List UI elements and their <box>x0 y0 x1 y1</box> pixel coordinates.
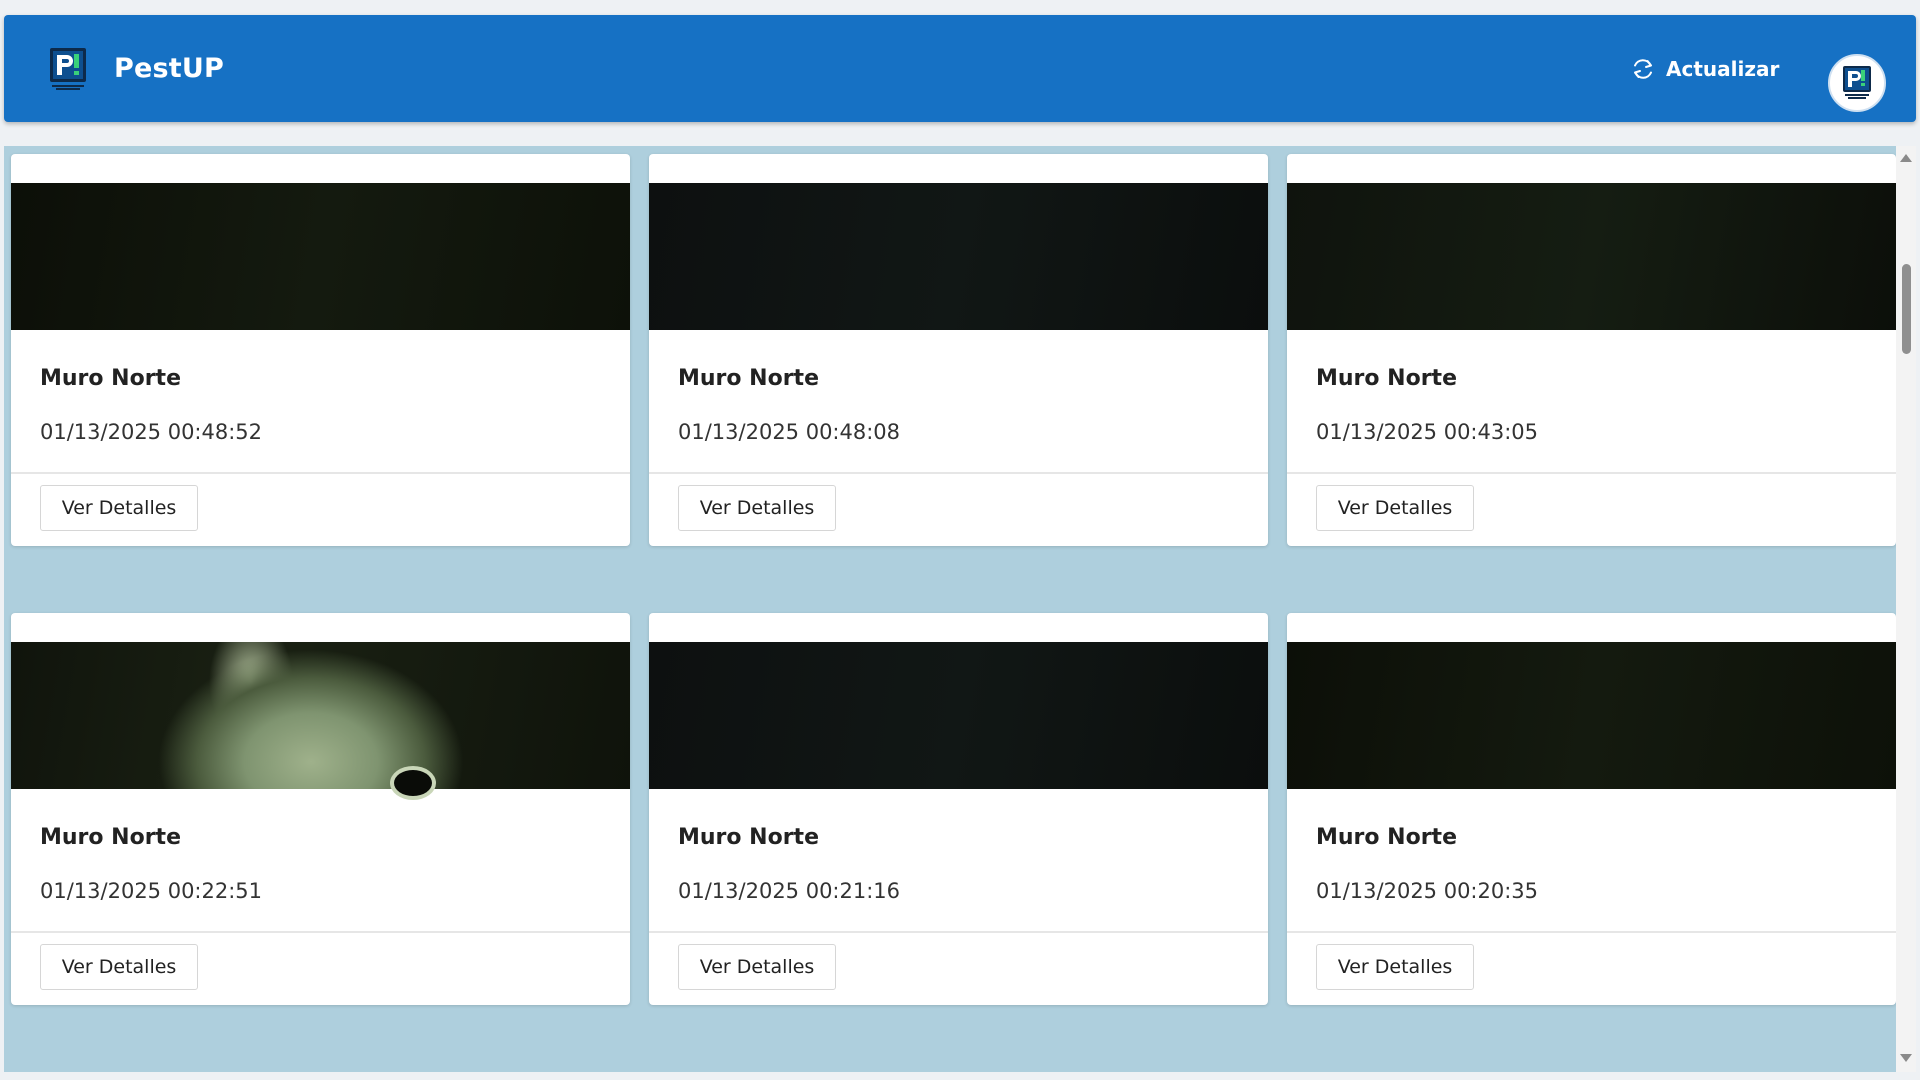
detection-card: Muro Norte 01/13/2025 00:48:52 Ver Detal… <box>11 154 630 546</box>
card-divider <box>649 931 1268 933</box>
avatar[interactable] <box>1828 54 1886 112</box>
refresh-icon <box>1634 59 1652 79</box>
view-details-button[interactable]: Ver Detalles <box>40 485 198 531</box>
view-details-button[interactable]: Ver Detalles <box>678 485 836 531</box>
app-header: PestUP Actualizar <box>4 15 1916 122</box>
card-divider <box>1287 472 1896 474</box>
detection-card: Muro Norte 01/13/2025 00:43:05 Ver Detal… <box>1287 154 1896 546</box>
app-title: PestUP <box>114 53 224 84</box>
detection-image[interactable] <box>1287 642 1896 789</box>
card-divider <box>11 931 630 933</box>
detection-image[interactable] <box>1287 183 1896 330</box>
card-title: Muro Norte <box>678 366 819 391</box>
detections-grid: Muro Norte 01/13/2025 00:48:52 Ver Detal… <box>4 146 1896 1072</box>
scroll-thumb[interactable] <box>1902 264 1911 354</box>
view-details-button[interactable]: Ver Detalles <box>678 944 836 990</box>
card-timestamp: 01/13/2025 00:48:52 <box>40 420 263 444</box>
detection-image[interactable] <box>11 642 630 796</box>
refresh-button[interactable]: Actualizar <box>1626 53 1783 85</box>
view-details-button[interactable]: Ver Detalles <box>1316 485 1474 531</box>
pestup-avatar-icon <box>1843 66 1871 99</box>
scroll-up-arrow-icon[interactable] <box>1900 154 1912 162</box>
detection-image[interactable] <box>649 642 1268 789</box>
card-divider <box>649 472 1268 474</box>
card-title: Muro Norte <box>678 825 819 850</box>
card-timestamp: 01/13/2025 00:43:05 <box>1316 420 1539 444</box>
view-details-button[interactable]: Ver Detalles <box>40 944 198 990</box>
scroll-down-arrow-icon[interactable] <box>1900 1054 1912 1062</box>
card-title: Muro Norte <box>40 825 181 850</box>
card-divider <box>11 472 630 474</box>
app-window: PestUP Actualizar Muro Norte 01/13/2025 … <box>0 0 1920 1080</box>
vertical-scrollbar[interactable] <box>1896 146 1916 1072</box>
pestup-logo-icon <box>50 48 86 90</box>
animal-eye <box>394 770 432 796</box>
card-divider <box>1287 931 1896 933</box>
detection-image[interactable] <box>649 183 1268 330</box>
card-timestamp: 01/13/2025 00:21:16 <box>678 879 901 903</box>
card-title: Muro Norte <box>40 366 181 391</box>
card-timestamp: 01/13/2025 00:20:35 <box>1316 879 1539 903</box>
detection-image[interactable] <box>11 183 630 330</box>
card-title: Muro Norte <box>1316 366 1457 391</box>
detection-card: Muro Norte 01/13/2025 00:22:51 Ver Detal… <box>11 613 630 1005</box>
card-timestamp: 01/13/2025 00:22:51 <box>40 879 263 903</box>
refresh-label: Actualizar <box>1666 57 1780 81</box>
card-timestamp: 01/13/2025 00:48:08 <box>678 420 901 444</box>
detection-card: Muro Norte 01/13/2025 00:20:35 Ver Detal… <box>1287 613 1896 1005</box>
detection-card: Muro Norte 01/13/2025 00:21:16 Ver Detal… <box>649 613 1268 1005</box>
view-details-button[interactable]: Ver Detalles <box>1316 944 1474 990</box>
card-title: Muro Norte <box>1316 825 1457 850</box>
detection-card: Muro Norte 01/13/2025 00:48:08 Ver Detal… <box>649 154 1268 546</box>
